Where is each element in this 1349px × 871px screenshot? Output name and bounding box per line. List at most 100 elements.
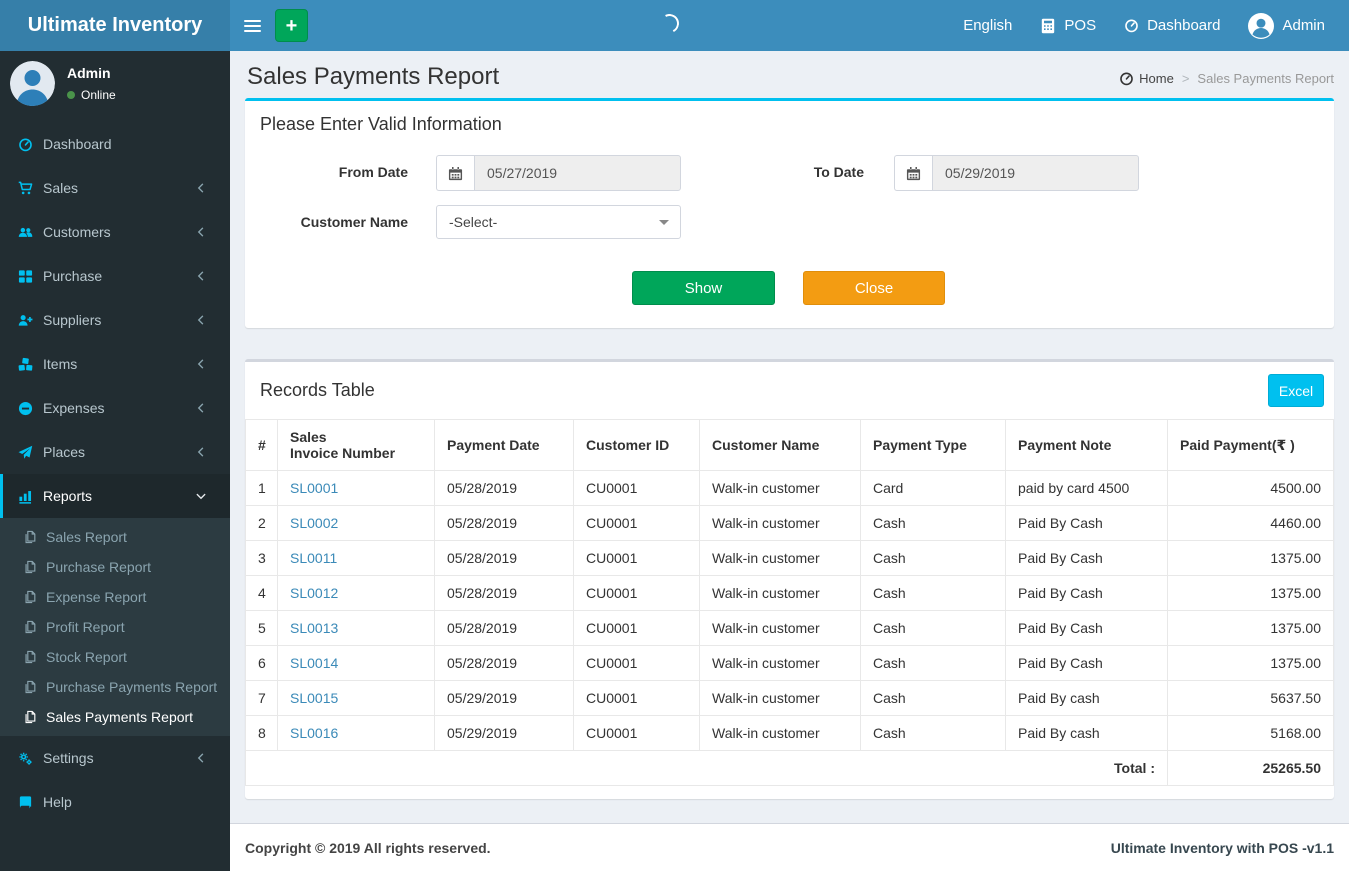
sidebar-item-dashboard[interactable]: Dashboard — [0, 122, 230, 166]
table-total-row: Total :25265.50 — [245, 750, 1334, 786]
cell: CU0001 — [573, 470, 700, 506]
minus-circle-icon — [15, 401, 35, 416]
cell: CU0001 — [573, 645, 700, 681]
sidebar-item-customers[interactable]: Customers — [0, 210, 230, 254]
invoice-link[interactable]: SL0001 — [290, 480, 338, 496]
cell: 05/28/2019 — [434, 470, 574, 506]
cell: Cash — [860, 715, 1006, 751]
col-header-payment-date: Payment Date — [434, 419, 574, 471]
sidebar-item-expenses[interactable]: Expenses — [0, 386, 230, 430]
customer-name-selected-value: -Select- — [449, 214, 498, 230]
sidebar-item-settings[interactable]: Settings — [0, 736, 230, 780]
sidebar-item-purchase[interactable]: Purchase — [0, 254, 230, 298]
grid-icon — [15, 269, 35, 284]
col-header-customer-id: Customer ID — [573, 419, 700, 471]
cell: Walk-in customer — [699, 470, 861, 506]
user-avatar — [10, 61, 55, 106]
sidebar-subitem-profit-report[interactable]: Profit Report — [0, 612, 230, 642]
from-date-calendar-button[interactable] — [436, 155, 474, 191]
cell: Paid By Cash — [1005, 505, 1168, 541]
invoice-link[interactable]: SL0016 — [290, 725, 338, 741]
content-area: Sales Payments Report Home > Sales Payme… — [230, 51, 1349, 823]
from-date-group — [436, 155, 681, 191]
files-icon — [22, 650, 38, 664]
cell: 05/28/2019 — [434, 610, 574, 646]
tachometer-icon — [1124, 18, 1139, 33]
show-button[interactable]: Show — [632, 271, 775, 305]
nav-dashboard[interactable]: Dashboard — [1110, 0, 1234, 51]
table-row: 7 SL0015 05/29/2019 CU0001 Walk-in customer C… — [245, 680, 1334, 716]
sidebar-item-label: Reports — [43, 488, 93, 504]
sidebar-subitem-stock-report[interactable]: Stock Report — [0, 642, 230, 672]
sidebar-subitem-expense-report[interactable]: Expense Report — [0, 582, 230, 612]
invoice-link[interactable]: SL0014 — [290, 655, 338, 671]
sidebar-subitem-purchase-payments-report[interactable]: Purchase Payments Report — [0, 672, 230, 702]
calendar-icon — [906, 166, 921, 181]
app-logo[interactable]: Ultimate Inventory — [0, 0, 230, 51]
files-icon — [22, 710, 38, 724]
cell: Walk-in customer — [699, 645, 861, 681]
files-icon — [22, 620, 38, 634]
cell: CU0001 — [573, 680, 700, 716]
invoice-link[interactable]: SL0013 — [290, 620, 338, 636]
cell: Cash — [860, 505, 1006, 541]
files-icon — [22, 560, 38, 574]
to-date-input[interactable] — [932, 155, 1139, 191]
invoice-link[interactable]: SL0002 — [290, 515, 338, 531]
top-navbar: + English POS Dashboard Admin — [230, 0, 1349, 51]
page-title: Sales Payments Report — [247, 63, 500, 90]
sidebar-subitem-sales-payments-report[interactable]: Sales Payments Report — [0, 702, 230, 732]
cell: Walk-in customer — [699, 715, 861, 751]
chevron-left-icon — [195, 402, 207, 414]
cell: 05/28/2019 — [434, 505, 574, 541]
cell: 1375.00 — [1167, 575, 1334, 611]
chevron-left-icon — [195, 314, 207, 326]
col-header-payment-type: Payment Type — [860, 419, 1006, 471]
user-name: Admin — [67, 65, 111, 81]
close-button[interactable]: Close — [803, 271, 945, 305]
from-date-input[interactable] — [474, 155, 681, 191]
cell: Walk-in customer — [699, 505, 861, 541]
cell: Cash — [860, 575, 1006, 611]
records-table-heading: Records Table — [260, 380, 375, 400]
sidebar-item-sales[interactable]: Sales — [0, 166, 230, 210]
hamburger-menu-button[interactable] — [230, 0, 275, 51]
footer: Copyright © 2019 All rights reserved. Ul… — [230, 823, 1349, 871]
breadcrumb-separator: > — [1181, 71, 1190, 86]
sidebar-item-items[interactable]: Items — [0, 342, 230, 386]
user-plus-icon — [15, 313, 35, 328]
add-new-button[interactable]: + — [275, 9, 308, 42]
files-icon — [22, 530, 38, 544]
cell: Cash — [860, 645, 1006, 681]
invoice-link[interactable]: SL0011 — [290, 550, 337, 566]
invoice-link[interactable]: SL0015 — [290, 690, 338, 706]
sidebar-item-places[interactable]: Places — [0, 430, 230, 474]
nav-language[interactable]: English — [949, 0, 1026, 51]
excel-export-button[interactable]: Excel — [1268, 374, 1324, 407]
sidebar-subitem-sales-report[interactable]: Sales Report — [0, 522, 230, 552]
sidebar-subitem-purchase-report[interactable]: Purchase Report — [0, 552, 230, 582]
tachometer-icon — [15, 137, 35, 152]
nav-user-menu[interactable]: Admin — [1234, 0, 1339, 51]
cell: Walk-in customer — [699, 680, 861, 716]
cell: 4500.00 — [1167, 470, 1334, 506]
to-date-calendar-button[interactable] — [894, 155, 932, 191]
sidebar-item-suppliers[interactable]: Suppliers — [0, 298, 230, 342]
sidebar-subitem-label: Profit Report — [46, 619, 125, 635]
records-table: # Sales Invoice Number Payment Date Custome… — [245, 419, 1334, 786]
sidebar-item-reports[interactable]: Reports — [0, 474, 230, 518]
chevron-left-icon — [195, 446, 207, 458]
sidebar-item-help[interactable]: Help — [0, 780, 230, 824]
filter-card: Please Enter Valid Information From Date — [245, 98, 1334, 328]
customer-name-select[interactable]: -Select- — [436, 205, 681, 239]
cell: Paid By Cash — [1005, 645, 1168, 681]
breadcrumb-home[interactable]: Home — [1119, 71, 1174, 86]
cell: Cash — [860, 610, 1006, 646]
sidebar-item-label: Items — [43, 356, 78, 372]
nav-pos[interactable]: POS — [1026, 0, 1110, 51]
invoice-link[interactable]: SL0012 — [290, 585, 338, 601]
cubes-icon — [15, 357, 35, 372]
cell: 5 — [245, 610, 278, 646]
col-header-: # — [245, 419, 278, 471]
cell: 05/28/2019 — [434, 540, 574, 576]
